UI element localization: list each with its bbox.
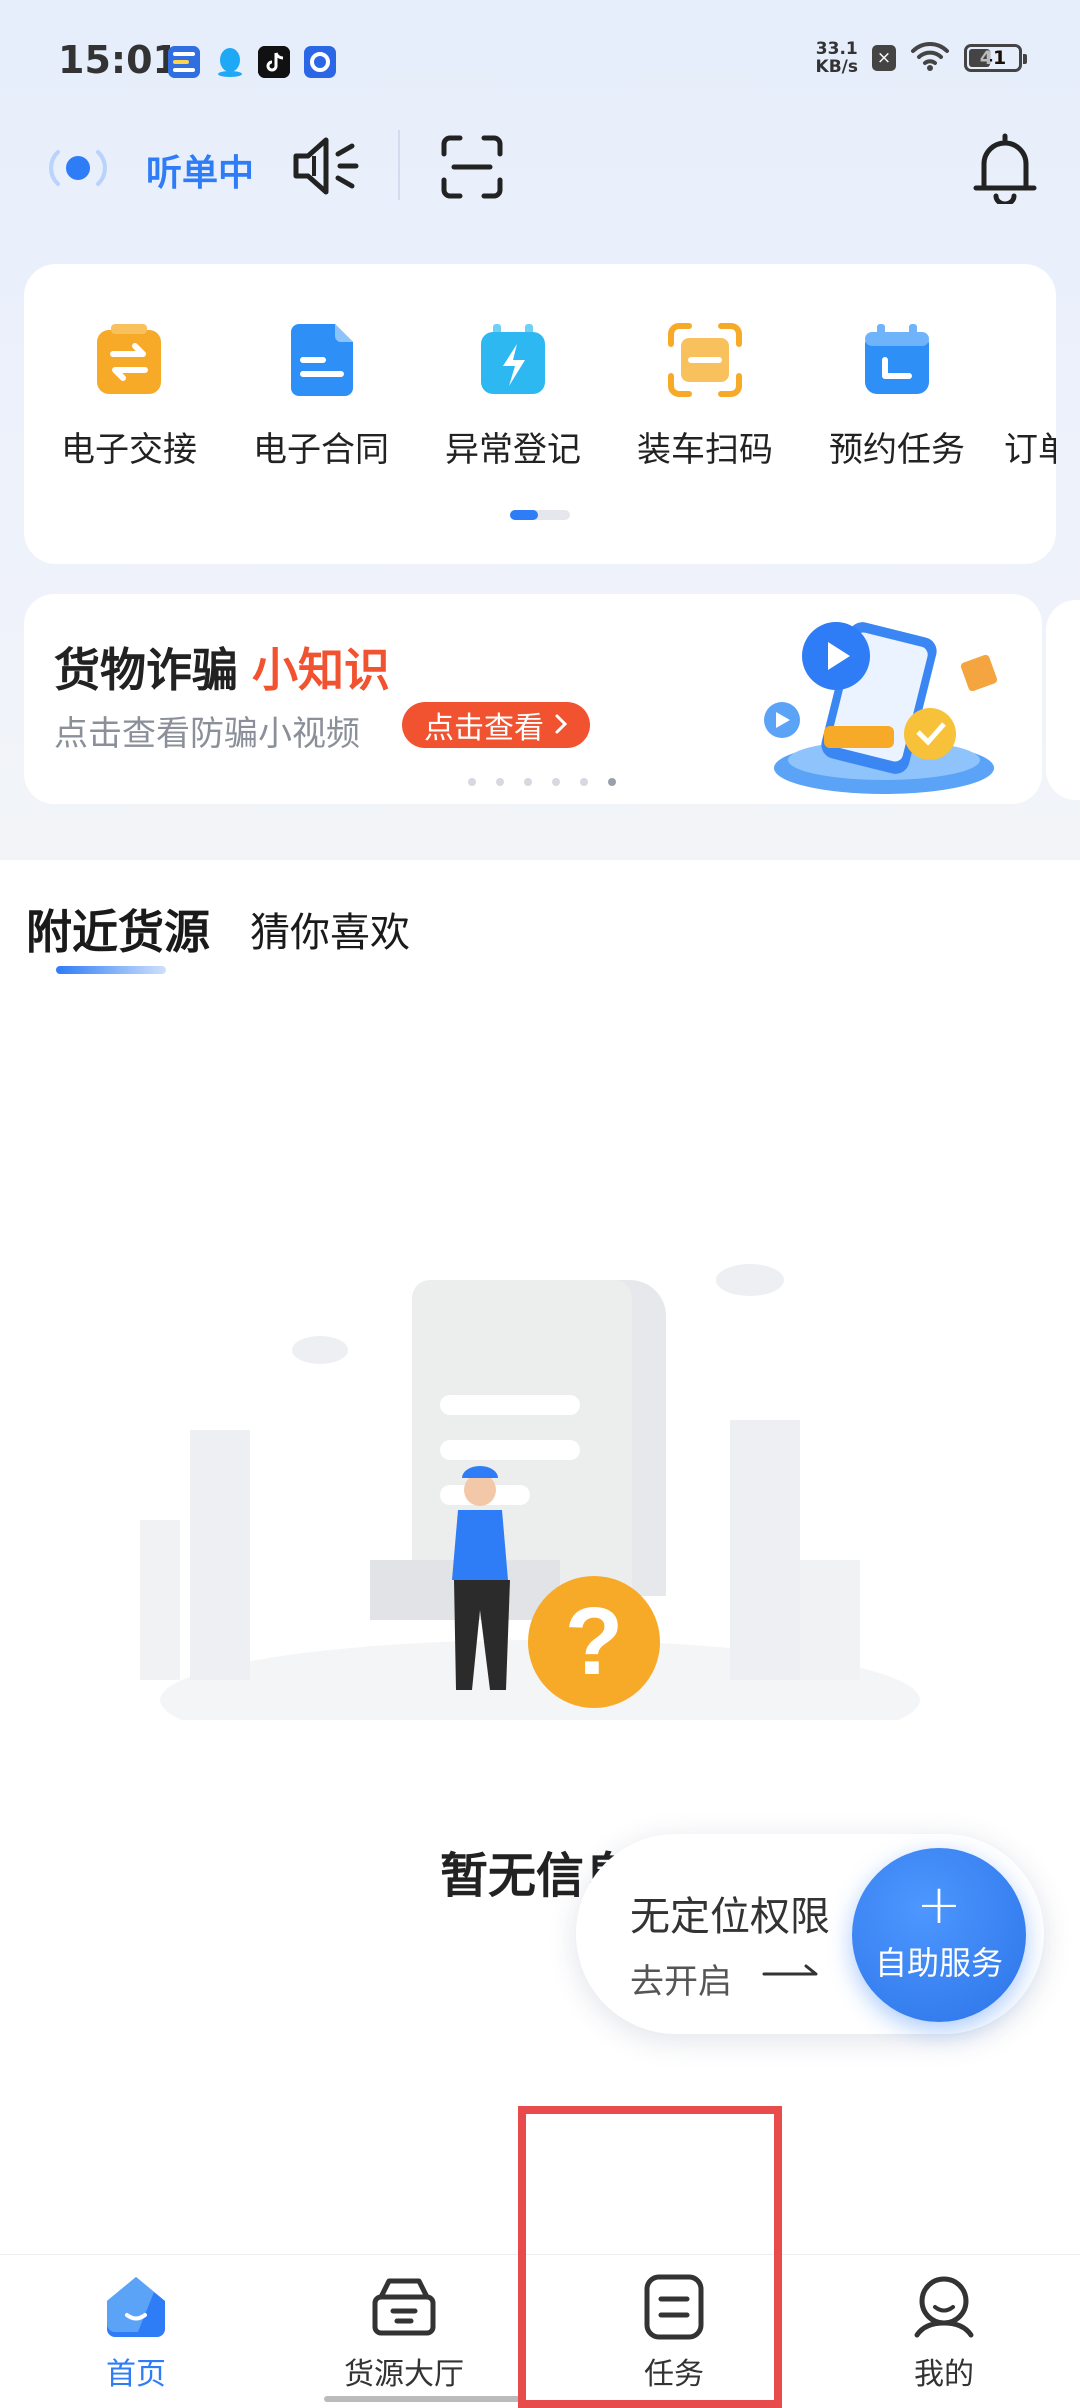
- listening-indicator-icon[interactable]: [48, 146, 108, 190]
- tiktok-icon: [258, 46, 290, 78]
- quick-action-label: 异常登记: [445, 430, 581, 470]
- phone-video-illustration: [724, 608, 1024, 802]
- status-bar: 15:01 33.1 KB/s × 41: [0, 0, 1080, 120]
- net-speed-value: 33.1: [815, 39, 858, 59]
- app-b-icon: [304, 46, 336, 78]
- banner-dots: [468, 778, 616, 786]
- contract-icon: [283, 322, 359, 398]
- nav-profile-label: 我的: [914, 2357, 974, 2392]
- status-time: 15:01: [58, 38, 179, 82]
- page-indicator: [510, 510, 570, 520]
- quick-action-exception[interactable]: 异常登记: [428, 322, 598, 471]
- quick-action-label: 装车扫码: [637, 430, 773, 470]
- nav-cargo-hall[interactable]: 货源大厅: [314, 2271, 494, 2393]
- no-sim-icon: ×: [872, 45, 896, 71]
- network-speed: 33.1 KB/s: [816, 40, 858, 76]
- tab-recommended[interactable]: 猜你喜欢: [250, 900, 410, 962]
- banner-title: 货物诈骗 小知识: [54, 634, 390, 700]
- tab-nearby-cargo[interactable]: 附近货源: [26, 896, 210, 962]
- quick-action-contract[interactable]: 电子合同: [236, 322, 406, 471]
- banner-title-main: 货物诈骗: [54, 643, 238, 697]
- svg-text:?: ?: [565, 1588, 624, 1695]
- quick-actions-card: 电子交接 电子合同 异常登记 装车扫码 预约任务 订单: [24, 264, 1056, 564]
- location-prompt-title: 无定位权限: [630, 1894, 830, 1940]
- speaker-icon[interactable]: [290, 132, 362, 204]
- quick-action-scan-load[interactable]: 装车扫码: [620, 322, 790, 471]
- scan-icon[interactable]: [440, 134, 504, 204]
- order-icon: [1051, 322, 1056, 398]
- handover-icon: [91, 322, 167, 398]
- quick-action-label: 电子合同: [253, 430, 389, 470]
- quick-action-handover[interactable]: 电子交接: [44, 322, 214, 471]
- quick-action-label: 电子交接: [61, 430, 197, 470]
- net-speed-unit: KB/s: [815, 57, 858, 77]
- profile-icon: [909, 2271, 979, 2341]
- plus-icon: +: [916, 1873, 962, 1936]
- home-indicator: [324, 2396, 524, 2402]
- quick-action-label: 预约任务: [829, 430, 965, 470]
- reservation-icon: [859, 322, 935, 398]
- view-button-label: 点击查看: [424, 711, 544, 746]
- next-banner-peek: [1046, 600, 1080, 800]
- scan-load-icon: [667, 322, 743, 398]
- enable-location-link[interactable]: 去开启: [630, 1954, 732, 2003]
- nav-home[interactable]: 首页: [46, 2271, 226, 2393]
- view-button[interactable]: 点击查看: [402, 702, 590, 748]
- banner-subtitle: 点击查看防骗小视频: [54, 714, 360, 754]
- arrow-right-icon: [762, 1960, 822, 1988]
- wifi-icon: [910, 40, 950, 76]
- battery-level: 41: [979, 47, 1007, 69]
- empty-state-illustration: ?: [140, 1260, 940, 1760]
- quick-action-label: 订单: [1004, 430, 1056, 470]
- nav-home-label: 首页: [106, 2357, 166, 2392]
- nav-profile[interactable]: 我的: [854, 2271, 1034, 2393]
- qq-icon: [214, 46, 246, 78]
- quick-action-order[interactable]: 订单: [1004, 322, 1056, 471]
- chevron-right-icon: [554, 708, 568, 743]
- nav-cargo-hall-label: 货源大厅: [344, 2357, 464, 2392]
- anti-fraud-banner[interactable]: 货物诈骗 小知识 点击查看防骗小视频 点击查看: [24, 594, 1042, 804]
- quick-action-reservation[interactable]: 预约任务: [812, 322, 982, 471]
- feed-tabs: 附近货源 猜你喜欢: [26, 896, 410, 962]
- listening-status[interactable]: 听单中: [146, 144, 254, 196]
- task-highlight-box: [518, 2106, 782, 2408]
- exception-icon: [475, 322, 551, 398]
- app-a-icon: [168, 46, 200, 78]
- tab-underline: [56, 966, 166, 974]
- self-service-label: 自助服务: [874, 1944, 1003, 1982]
- home-icon: [101, 2271, 171, 2341]
- status-right: 33.1 KB/s × 41: [816, 40, 1027, 76]
- header-divider: [398, 130, 400, 200]
- bell-icon[interactable]: [970, 130, 1040, 208]
- cargo-hall-icon: [369, 2271, 439, 2341]
- battery-icon: 41: [964, 44, 1027, 72]
- banner-title-accent: 小知识: [252, 643, 390, 697]
- self-service-button[interactable]: + 自助服务: [852, 1848, 1026, 2022]
- home-screen: 15:01 33.1 KB/s × 41 听单中 电子交接 电子合同 异常登记 …: [0, 0, 1080, 2408]
